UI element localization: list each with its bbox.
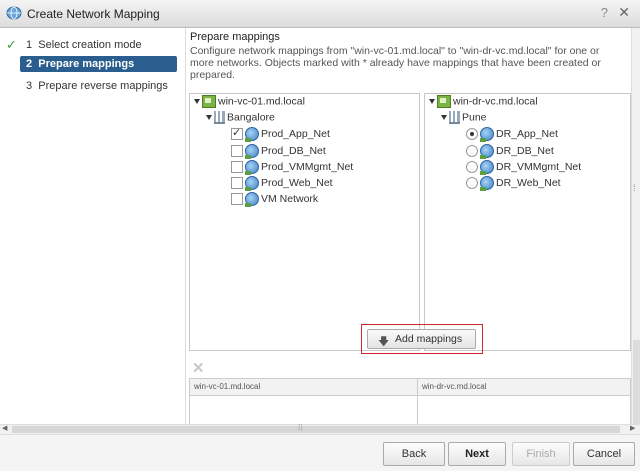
main-panel: Prepare mappings Configure network mappi…	[186, 28, 631, 426]
network-label: Prod_DB_Net	[261, 145, 326, 157]
back-button[interactable]: Back	[383, 442, 445, 466]
page-description: Configure network mappings from "win-vc-…	[190, 45, 601, 81]
add-mappings-button[interactable]: 🡇 Add mappings	[367, 329, 476, 349]
network-checkbox[interactable]	[231, 145, 243, 157]
step-label: Prepare mappings	[38, 58, 135, 70]
add-mappings-label: Add mappings	[395, 333, 463, 345]
step-number: 2	[26, 58, 33, 70]
network-label: Prod_App_Net	[261, 128, 330, 140]
vcenter-icon	[202, 95, 216, 108]
expand-arrow-icon[interactable]	[194, 99, 200, 104]
table-header: win-vc-01.md.local win-dr-vc.md.local	[190, 379, 630, 396]
network-icon	[480, 144, 494, 159]
step-select-creation-mode[interactable]: ✓ 1 Select creation mode	[0, 37, 185, 53]
target-network-item[interactable]: DR_VMMgmt_Net	[466, 160, 581, 176]
network-checkbox[interactable]	[231, 193, 243, 205]
network-label: VM Network	[261, 193, 319, 205]
network-icon	[480, 160, 494, 175]
step-prepare-mappings[interactable]: 2 Prepare mappings	[20, 56, 177, 72]
arrow-down-icon: 🡇	[378, 336, 390, 348]
step-label: Select creation mode	[38, 39, 142, 51]
network-radio[interactable]	[466, 177, 478, 189]
source-network-item[interactable]: Prod_Web_Net	[231, 176, 333, 192]
network-radio[interactable]	[466, 145, 478, 157]
expand-arrow-icon[interactable]	[206, 115, 212, 120]
network-icon	[245, 176, 259, 191]
network-icon	[245, 144, 259, 159]
scroll-right-icon[interactable]: ▶	[630, 424, 635, 432]
scroll-left-icon[interactable]: ◀	[2, 424, 7, 432]
network-checkbox[interactable]	[231, 126, 243, 140]
network-radio[interactable]	[466, 128, 478, 140]
wizard-steps: ✓ 1 Select creation mode 2 Prepare mappi…	[0, 28, 186, 428]
datacenter-icon	[214, 111, 225, 124]
vcenter-icon	[437, 95, 451, 108]
step-label: Prepare reverse mappings	[38, 80, 168, 92]
scroll-grip-icon: ⁞⁞	[298, 423, 303, 432]
network-label: DR_VMMgmt_Net	[496, 161, 582, 173]
source-network-item[interactable]: Prod_DB_Net	[231, 144, 326, 160]
network-checkbox[interactable]	[231, 177, 243, 189]
network-icon	[245, 127, 259, 142]
datacenter-label: Pune	[462, 111, 487, 124]
horizontal-scrollbar[interactable]: ◀ ⁞⁞ ▶	[0, 423, 640, 434]
target-network-item[interactable]: DR_DB_Net	[466, 144, 554, 160]
network-label: Prod_VMMgmt_Net	[261, 161, 354, 173]
source-network-tree: win-vc-01.md.local Bangalore Prod_App_Ne…	[189, 93, 420, 351]
wizard-footer: Back Next Finish Cancel	[0, 434, 640, 471]
scrollbar-thumb[interactable]	[12, 426, 620, 433]
scroll-grip-icon: ⁞	[633, 183, 636, 193]
network-icon	[480, 127, 494, 142]
tree-node-target-vcenter[interactable]: win-dr-vc.md.local	[429, 95, 538, 111]
window-title: Create Network Mapping	[27, 7, 160, 21]
datacenter-icon	[449, 111, 460, 124]
network-icon	[245, 160, 259, 175]
network-icon	[245, 192, 259, 207]
finish-button[interactable]: Finish	[512, 442, 570, 466]
target-network-tree: win-dr-vc.md.local Pune DR_App_Net DR_DB…	[424, 93, 631, 351]
datacenter-label: Bangalore	[227, 111, 275, 124]
target-network-item[interactable]: DR_App_Net	[466, 127, 558, 143]
network-checkbox[interactable]	[231, 161, 243, 173]
source-network-item[interactable]: VM Network	[231, 192, 318, 208]
network-label: Prod_Web_Net	[261, 177, 333, 189]
vcenter-label: win-dr-vc.md.local	[453, 95, 538, 108]
expand-arrow-icon[interactable]	[441, 115, 447, 120]
network-mapping-icon	[6, 6, 22, 20]
mappings-table: win-vc-01.md.local win-dr-vc.md.local	[189, 378, 631, 426]
checkmark-icon: ✓	[6, 37, 17, 52]
network-radio[interactable]	[466, 161, 478, 173]
help-icon[interactable]: ?	[601, 5, 608, 20]
next-button[interactable]: Next	[448, 442, 506, 466]
source-network-item[interactable]: Prod_App_Net	[231, 126, 330, 143]
close-icon[interactable]: ✕	[618, 4, 630, 21]
title-bar: Create Network Mapping ? ✕	[0, 0, 640, 28]
column-divider	[417, 379, 418, 425]
page-title: Prepare mappings	[190, 31, 280, 43]
add-mappings-highlight: 🡇 Add mappings	[361, 324, 483, 354]
scrollbar-thumb[interactable]	[633, 340, 640, 430]
tree-node-source-vcenter[interactable]: win-vc-01.md.local	[194, 95, 305, 111]
tree-node-source-datacenter[interactable]: Bangalore	[206, 111, 275, 127]
cancel-button[interactable]: Cancel	[573, 442, 635, 466]
column-header-target[interactable]: win-dr-vc.md.local	[422, 382, 486, 391]
expand-arrow-icon[interactable]	[429, 99, 435, 104]
remove-mapping-icon[interactable]: ✕	[192, 359, 205, 377]
source-network-item[interactable]: Prod_VMMgmt_Net	[231, 160, 353, 176]
network-label: DR_App_Net	[496, 128, 558, 140]
network-icon	[480, 176, 494, 191]
column-header-source[interactable]: win-vc-01.md.local	[194, 382, 260, 391]
step-number: 1	[26, 39, 33, 51]
step-number: 3	[26, 80, 33, 92]
network-label: DR_DB_Net	[496, 145, 554, 157]
network-label: DR_Web_Net	[496, 177, 561, 189]
target-network-item[interactable]: DR_Web_Net	[466, 176, 561, 192]
step-prepare-reverse-mappings[interactable]: 3 Prepare reverse mappings	[0, 78, 185, 94]
vcenter-label: win-vc-01.md.local	[218, 95, 305, 108]
vertical-scrollbar[interactable]: ⁞	[631, 28, 640, 430]
tree-node-target-datacenter[interactable]: Pune	[441, 111, 487, 127]
